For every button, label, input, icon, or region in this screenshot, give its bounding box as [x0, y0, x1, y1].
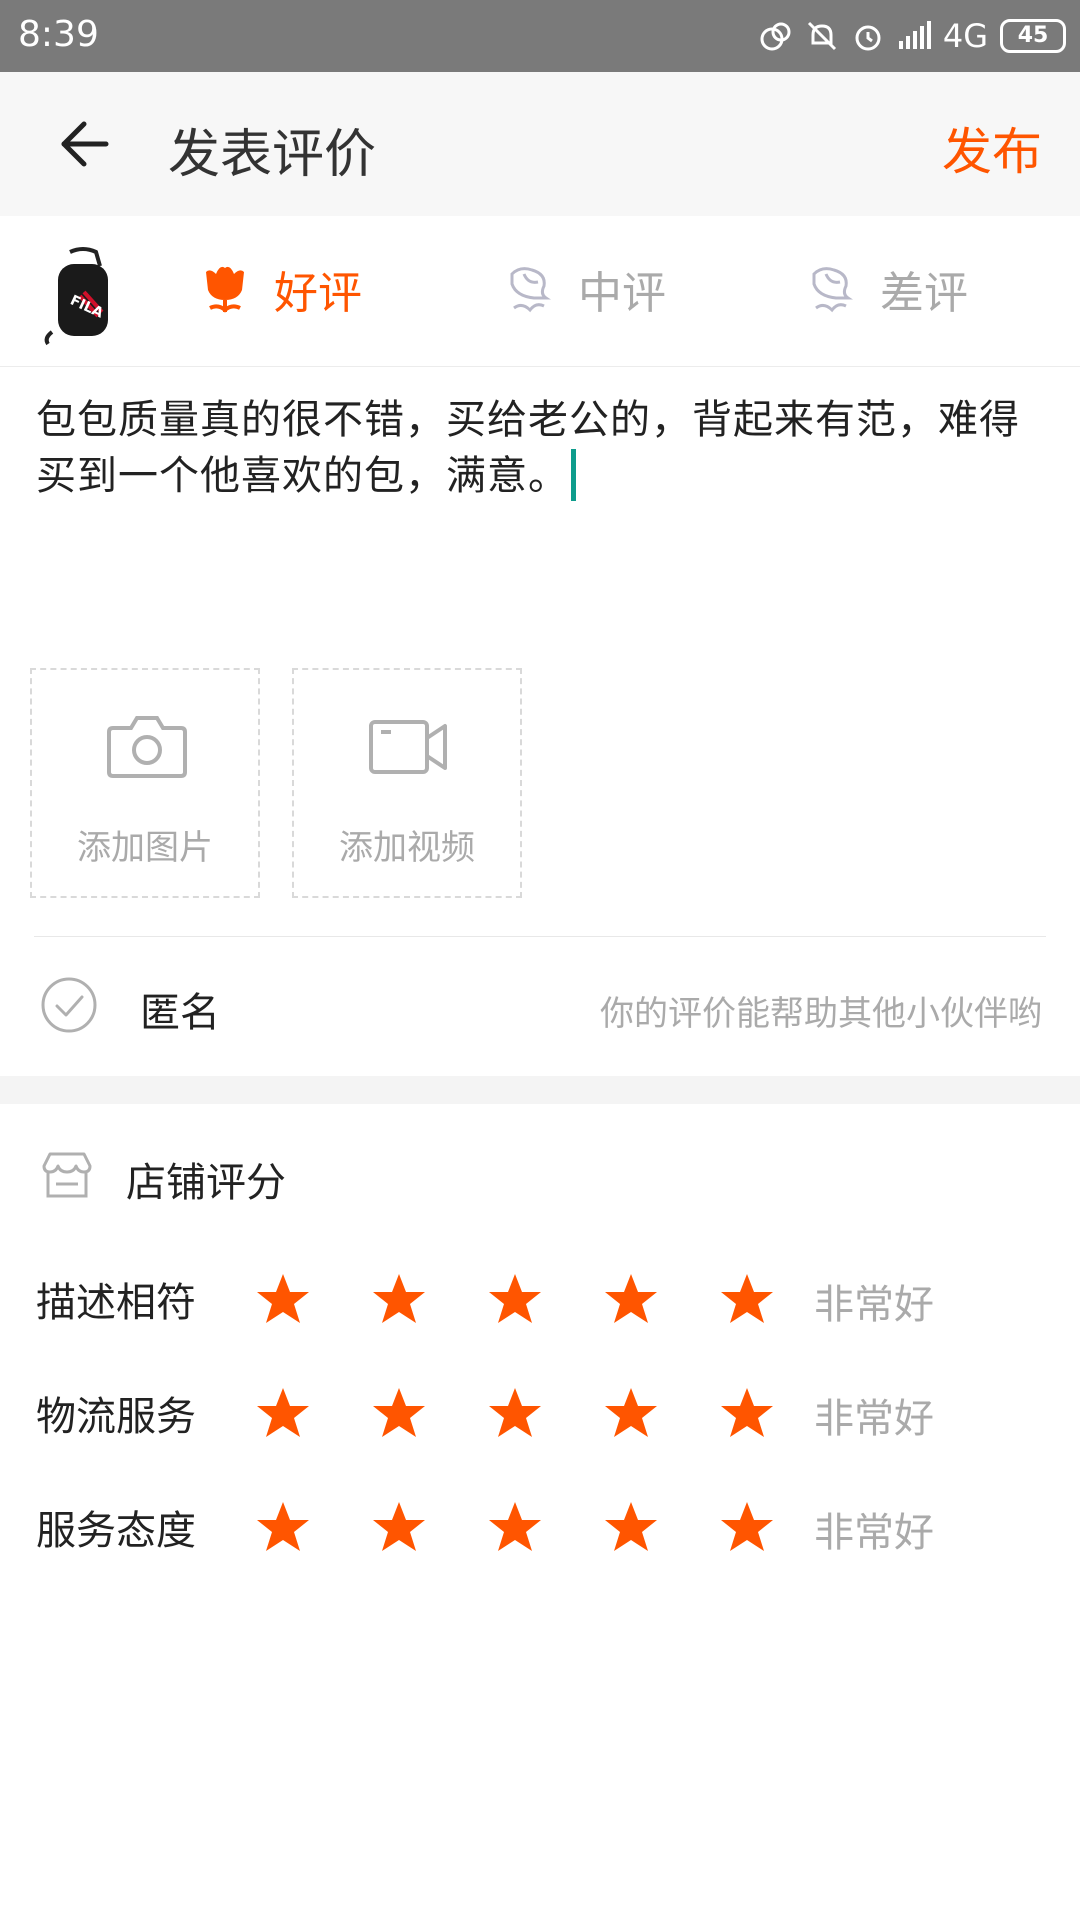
status-icons: 4G 45 — [759, 14, 1066, 58]
star-icon[interactable] — [370, 1492, 486, 1562]
review-textarea[interactable]: 包包质量真的很不错，买给老公的，背起来有范，难得买到一个他喜欢的包，满意。 — [36, 392, 1036, 504]
signal-icon — [898, 21, 931, 49]
anonymous-label[interactable]: 匿名 — [140, 980, 220, 1038]
review-content: 包包质量真的很不错，买给老公的，背起来有范，难得买到一个他喜欢的包，满意。 — [36, 397, 1020, 499]
store-icon — [42, 1152, 92, 1198]
video-camera-icon — [369, 720, 447, 774]
status-time: 8:39 — [18, 14, 99, 55]
mute-bell-icon — [807, 21, 836, 51]
tab-neutral-label: 中评 — [578, 268, 666, 319]
page-title: 发表评价 — [168, 125, 377, 185]
section-gap — [0, 1076, 1080, 1104]
rating-selector: FILA 好评 中评 差评 — [0, 216, 1080, 367]
flower-icon — [206, 266, 244, 313]
add-video-label: 添加视频 — [339, 828, 475, 868]
battery-icon: 45 — [1000, 19, 1066, 53]
star-icon[interactable] — [602, 1492, 718, 1562]
back-arrow-icon[interactable] — [58, 118, 110, 170]
score-label: 物流服务 — [36, 1394, 196, 1440]
add-video-button[interactable]: 添加视频 — [292, 668, 522, 898]
star-icon[interactable] — [254, 1264, 370, 1334]
alarm-icon — [855, 25, 881, 51]
product-thumbnail: FILA — [44, 247, 108, 346]
score-value: 非常好 — [814, 1510, 934, 1556]
tab-good-label: 好评 — [274, 268, 362, 319]
score-value: 非常好 — [814, 1396, 934, 1442]
star-icon[interactable] — [486, 1264, 602, 1334]
link-icon — [760, 22, 791, 51]
star-icon[interactable] — [486, 1492, 602, 1562]
add-photo-label: 添加图片 — [77, 828, 213, 868]
score-row-logistics: 物流服务 非常好 — [0, 1374, 1080, 1454]
tab-neutral-review[interactable]: 中评 — [506, 254, 666, 324]
star-icon[interactable] — [602, 1378, 718, 1448]
star-icon[interactable] — [370, 1378, 486, 1448]
star-icon[interactable] — [254, 1492, 370, 1562]
star-rating[interactable] — [254, 1492, 834, 1562]
tab-bad-label: 差评 — [880, 268, 968, 319]
store-rating-title: 店铺评分 — [126, 1160, 286, 1206]
anonymous-hint: 你的评价能帮助其他小伙伴哟 — [600, 994, 1042, 1034]
star-icon[interactable] — [602, 1264, 718, 1334]
status-bar: 8:39 4G 45 — [0, 0, 1080, 72]
score-value: 非常好 — [814, 1282, 934, 1328]
publish-button[interactable]: 发布 — [942, 112, 1042, 184]
star-icon[interactable] — [254, 1378, 370, 1448]
text-caret — [571, 449, 576, 501]
network-type: 4G — [942, 17, 988, 55]
tab-bad-review[interactable]: 差评 — [808, 254, 968, 324]
score-row-service: 服务态度 非常好 — [0, 1488, 1080, 1568]
star-rating[interactable] — [254, 1378, 834, 1448]
anonymous-checkbox-icon[interactable] — [40, 976, 98, 1034]
score-label: 服务态度 — [36, 1508, 196, 1554]
score-label: 描述相符 — [36, 1280, 196, 1326]
star-icon[interactable] — [370, 1264, 486, 1334]
tab-good-review[interactable]: 好评 — [202, 254, 362, 324]
title-bar: 发表评价 发布 — [0, 72, 1080, 216]
star-rating[interactable] — [254, 1264, 834, 1334]
camera-icon — [107, 716, 187, 778]
add-photo-button[interactable]: 添加图片 — [30, 668, 260, 898]
wilted-flower-icon — [812, 267, 853, 313]
star-icon[interactable] — [486, 1378, 602, 1448]
score-row-description: 描述相符 非常好 — [0, 1260, 1080, 1340]
neutral-flower-icon — [510, 267, 551, 313]
divider — [34, 936, 1046, 937]
